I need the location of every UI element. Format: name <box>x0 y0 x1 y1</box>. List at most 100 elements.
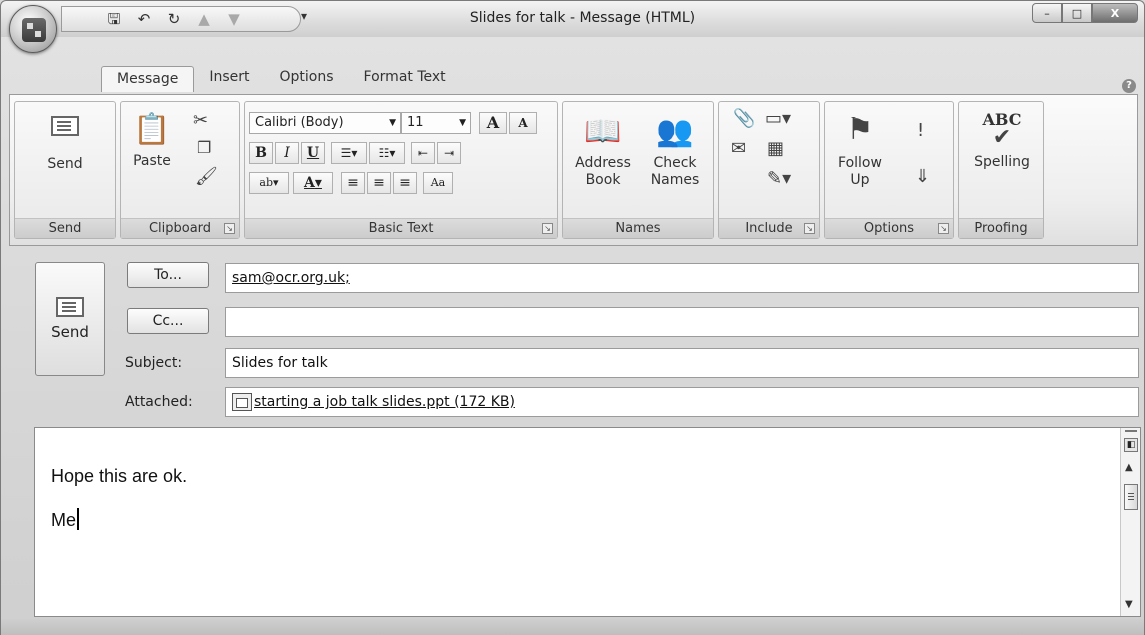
tab-options[interactable]: Options <box>265 65 349 91</box>
font-name-select[interactable]: Calibri (Body) ▼ <box>249 112 401 134</box>
spelling-label: Spelling <box>974 154 1030 170</box>
increase-indent-button[interactable]: ⇥ <box>437 142 461 164</box>
include-launcher-icon[interactable]: ↘ <box>804 223 815 234</box>
cut-icon[interactable]: ✂ <box>193 110 208 131</box>
close-button[interactable]: X <box>1092 3 1138 23</box>
cc-field[interactable] <box>225 307 1139 337</box>
ribbon-tabs: Message Insert Options Format Text <box>101 65 461 92</box>
address-book-label: Address Book <box>575 155 631 188</box>
text-caret <box>77 508 80 530</box>
calendar-icon[interactable]: ▦ <box>767 138 784 159</box>
numbering-button[interactable]: ☷▾ <box>369 142 405 164</box>
options-launcher-icon[interactable]: ↘ <box>938 223 949 234</box>
align-center-icon: ≡ <box>373 175 385 191</box>
basic-text-launcher-icon[interactable]: ↘ <box>542 223 553 234</box>
group-proofing: ABC ✔ Spelling Proofing <box>958 101 1044 239</box>
subject-field[interactable]: Slides for talk <box>225 348 1139 378</box>
group-include: 📎 ▭▾ ✉ ▦ ✎▾ Include ↘ <box>718 101 820 239</box>
minimize-button[interactable]: – <box>1032 3 1062 23</box>
align-center-button[interactable]: ≡ <box>367 172 391 194</box>
tab-insert[interactable]: Insert <box>194 65 264 91</box>
paste-label: Paste <box>133 153 171 169</box>
group-clipboard: 📋 Paste ✂ ❐ 🖌 Clipboard ↘ <box>120 101 240 239</box>
vertical-scrollbar[interactable]: ◧ ▲ ▼ <box>1120 428 1140 616</box>
ribbon: Send Send 📋 Paste ✂ ❐ 🖌 Clipboard ↘ Cali… <box>9 94 1138 246</box>
highlight-button[interactable]: ab▾ <box>249 172 289 194</box>
next-item-icon[interactable]: ▼ <box>226 11 242 27</box>
group-options: ⚑ Follow Up ! ⇓ Options ↘ <box>824 101 954 239</box>
attach-file-icon[interactable]: 📎 <box>733 108 755 129</box>
save-icon[interactable]: 🖫 <box>106 11 122 27</box>
signature-icon[interactable]: ✎▾ <box>767 168 791 189</box>
attachment-link[interactable]: starting a job talk slides.ppt (172 KB) <box>254 394 515 410</box>
styles-button[interactable]: Aa <box>423 172 453 194</box>
redo-icon[interactable]: ↻ <box>166 11 182 27</box>
follow-up-button[interactable]: ⚑ Follow Up <box>831 112 889 189</box>
message-body[interactable]: Hope this are ok. Me ◧ ▲ ▼ <box>34 427 1141 617</box>
attached-field: starting a job talk slides.ppt (172 KB) <box>225 387 1139 417</box>
low-importance-icon[interactable]: ⇓ <box>915 166 930 187</box>
font-name-value: Calibri (Body) <box>255 115 344 130</box>
business-card-icon[interactable]: ▭▾ <box>765 108 791 129</box>
check-names-button[interactable]: 👥 Check Names <box>641 114 709 189</box>
italic-button[interactable]: I <box>275 142 299 164</box>
copy-icon[interactable]: ❐ <box>197 138 211 157</box>
undo-icon[interactable]: ↶ <box>136 11 152 27</box>
powerpoint-file-icon <box>232 393 252 411</box>
to-recipient[interactable]: sam@ocr.org.uk; <box>232 270 350 286</box>
high-importance-icon[interactable]: ! <box>917 120 924 141</box>
address-book-button[interactable]: 📖 Address Book <box>569 114 637 189</box>
body-line-2-text: Me <box>51 510 77 530</box>
maximize-button[interactable]: □ <box>1062 3 1092 23</box>
check-names-icon: 👥 <box>656 114 694 149</box>
scroll-up-icon[interactable]: ▲ <box>1125 462 1133 473</box>
decrease-indent-button[interactable]: ⇤ <box>411 142 435 164</box>
attach-item-icon[interactable]: ✉ <box>731 138 746 159</box>
group-label-basic-text: Basic Text <box>245 218 557 238</box>
font-color-button[interactable]: A▾ <box>293 172 333 194</box>
highlight-label: ab <box>259 176 274 189</box>
group-label-proofing: Proofing <box>959 218 1043 238</box>
align-right-icon: ≡ <box>399 175 411 191</box>
qat-customize-dropdown[interactable]: ▾ <box>301 9 307 23</box>
attached-label: Attached: <box>125 394 193 410</box>
tab-message[interactable]: Message <box>101 66 195 92</box>
split-bar-icon <box>1125 430 1137 432</box>
ribbon-send-button[interactable]: Send <box>37 116 93 173</box>
tab-format-text[interactable]: Format Text <box>349 65 461 91</box>
window-controls: – □ X <box>1032 3 1138 23</box>
paste-button[interactable]: 📋 Paste <box>129 112 175 170</box>
to-field[interactable]: sam@ocr.org.uk; <box>225 263 1139 293</box>
cc-button[interactable]: Cc... <box>127 308 209 334</box>
address-book-icon: 📖 <box>584 114 622 149</box>
group-label-clipboard: Clipboard <box>121 218 239 238</box>
send-envelope-icon <box>51 116 79 136</box>
spelling-button[interactable]: ABC ✔ Spelling <box>967 110 1037 171</box>
underline-button[interactable]: U <box>301 142 325 164</box>
to-button[interactable]: To... <box>127 262 209 288</box>
send-button[interactable]: Send <box>35 262 105 376</box>
clipboard-launcher-icon[interactable]: ↘ <box>224 223 235 234</box>
align-left-button[interactable]: ≡ <box>341 172 365 194</box>
previous-item-icon[interactable]: ▲ <box>196 11 212 27</box>
grow-font-button[interactable]: A <box>479 112 507 134</box>
group-label-send: Send <box>15 218 115 238</box>
format-painter-icon[interactable]: 🖌 <box>195 166 218 187</box>
subject-label: Subject: <box>125 355 183 371</box>
pin-icon[interactable]: ◧ <box>1124 438 1138 452</box>
scroll-down-icon[interactable]: ▼ <box>1125 599 1133 610</box>
bullets-button[interactable]: ☰▾ <box>331 142 367 164</box>
font-size-select[interactable]: 11 ▼ <box>401 112 471 134</box>
bold-button[interactable]: B <box>249 142 273 164</box>
body-text[interactable]: Hope this are ok. Me <box>51 454 187 542</box>
scroll-thumb[interactable] <box>1124 484 1138 510</box>
office-logo-icon <box>22 18 46 42</box>
paste-icon: 📋 <box>133 112 171 147</box>
group-label-options: Options <box>825 218 953 238</box>
office-button[interactable] <box>9 5 57 53</box>
align-right-button[interactable]: ≡ <box>393 172 417 194</box>
help-icon[interactable]: ? <box>1122 79 1136 93</box>
group-basic-text: Calibri (Body) ▼ 11 ▼ A A B I U ☰▾ ☷▾ ⇤ … <box>244 101 558 239</box>
shrink-font-button[interactable]: A <box>509 112 537 134</box>
increase-indent-icon: ⇥ <box>443 146 455 160</box>
